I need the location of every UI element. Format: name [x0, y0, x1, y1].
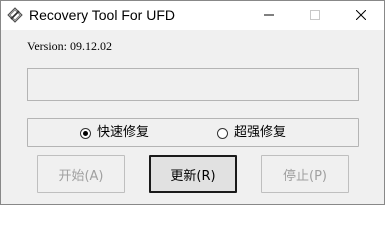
status-display-box	[27, 68, 359, 101]
maximize-button[interactable]	[292, 1, 338, 30]
repair-mode-group: 快速修复 超强修复	[27, 118, 359, 147]
minimize-icon	[264, 7, 274, 25]
radio-button-unselected[interactable]	[217, 127, 228, 139]
minimize-button[interactable]	[246, 1, 292, 30]
close-icon	[355, 7, 367, 25]
start-button[interactable]: 开始(A)	[37, 155, 125, 193]
close-button[interactable]	[338, 1, 384, 30]
maximize-icon	[310, 7, 320, 25]
stop-button[interactable]: 停止(P)	[261, 155, 349, 193]
app-window: Recovery Tool For UFD Version: 09.12.02	[0, 0, 385, 205]
diamond-app-icon	[7, 7, 23, 23]
radio-quick-repair-label: 快速修复	[97, 125, 150, 140]
update-button[interactable]: 更新(R)	[149, 155, 237, 193]
version-label: Version: 09.12.02	[27, 39, 112, 53]
radio-button-selected[interactable]	[80, 127, 91, 139]
radio-quick-repair[interactable]: 快速修复	[80, 125, 149, 141]
title-bar[interactable]: Recovery Tool For UFD	[1, 1, 384, 30]
window-title: Recovery Tool For UFD	[29, 7, 176, 23]
radio-super-repair[interactable]: 超强修复	[217, 125, 286, 141]
radio-super-repair-label: 超强修复	[234, 125, 287, 140]
